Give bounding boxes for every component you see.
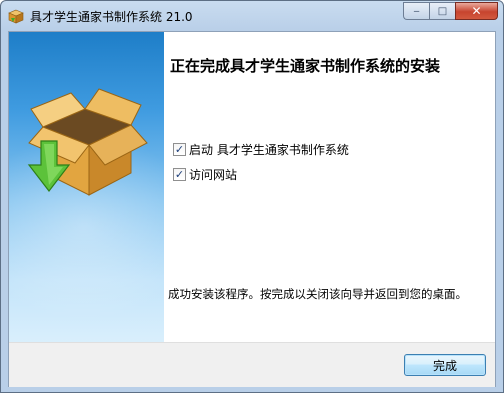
visit-website-label: 访问网站 — [189, 168, 238, 182]
close-button[interactable]: ✕ — [455, 2, 498, 20]
maximize-button[interactable]: □ — [429, 2, 455, 20]
app-icon — [8, 9, 24, 24]
dialog-client: 正在完成具才学生通家书制作系统的安装 ✓ 启动 具才学生通家书制作系统 ✓ 访问… — [8, 31, 496, 387]
visit-website-option[interactable]: ✓ 访问网站 — [173, 166, 237, 183]
check-mark-icon: ✓ — [174, 168, 185, 181]
maximize-icon: □ — [437, 5, 448, 17]
window-controls: ‒ □ ✕ — [403, 2, 498, 21]
box-install-icon — [27, 88, 148, 196]
launch-app-label: 启动 具才学生通家书制作系统 — [189, 143, 349, 157]
visit-website-checkbox[interactable]: ✓ — [173, 168, 186, 181]
launch-app-checkbox[interactable]: ✓ — [173, 143, 186, 156]
window-title: 具才学生通家书制作系统 21.0 — [30, 10, 193, 24]
wizard-content: 正在完成具才学生通家书制作系统的安装 ✓ 启动 具才学生通家书制作系统 ✓ 访问… — [164, 32, 495, 342]
completion-message: 成功安装该程序。按完成以关闭该向导并返回到您的桌面。 — [168, 287, 467, 301]
wizard-sidebar — [9, 32, 164, 342]
installer-window: 具才学生通家书制作系统 21.0 ‒ □ ✕ 正在完成具才学生通家书制作系统的安… — [0, 0, 504, 393]
close-icon: ✕ — [471, 4, 482, 18]
page-title: 正在完成具才学生通家书制作系统的安装 — [170, 57, 441, 75]
check-mark-icon: ✓ — [174, 143, 185, 156]
minimize-icon: ‒ — [413, 5, 420, 17]
launch-app-option[interactable]: ✓ 启动 具才学生通家书制作系统 — [173, 141, 349, 158]
button-bar: 完成 — [9, 342, 495, 387]
finish-button[interactable]: 完成 — [404, 354, 486, 376]
minimize-button[interactable]: ‒ — [403, 2, 429, 20]
title-bar[interactable]: 具才学生通家书制作系统 21.0 ‒ □ ✕ — [1, 1, 503, 31]
